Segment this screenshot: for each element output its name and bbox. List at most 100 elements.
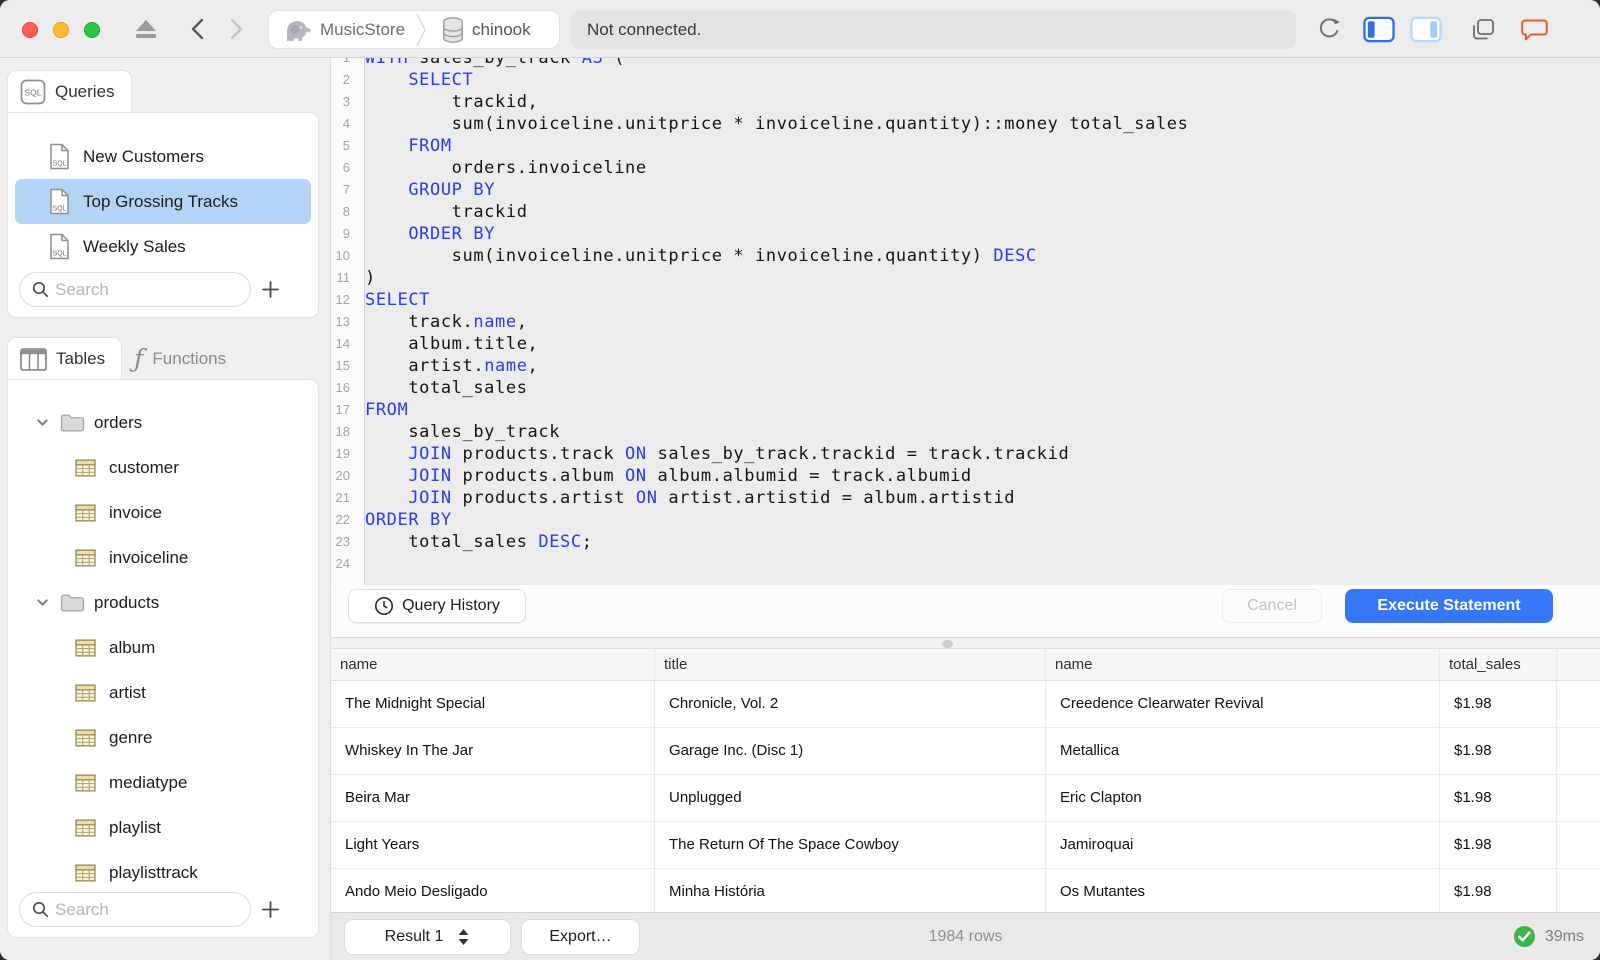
tab-queries[interactable]: SQL Queries bbox=[7, 70, 132, 113]
minimize-button[interactable] bbox=[53, 22, 69, 38]
eject-button[interactable] bbox=[130, 14, 162, 44]
chevron-down-icon[interactable] bbox=[35, 415, 51, 430]
tree-folder-orders[interactable]: orders bbox=[8, 400, 318, 445]
line-number: 16 bbox=[335, 380, 350, 395]
line-code: sum(invoiceline.unitprice * invoiceline.… bbox=[365, 246, 1037, 266]
close-button[interactable] bbox=[22, 22, 38, 38]
refresh-button[interactable] bbox=[1313, 14, 1345, 44]
tree-table-label: playlist bbox=[109, 817, 161, 837]
table-row[interactable]: Light Years The Return Of The Space Cowbo… bbox=[331, 822, 1600, 869]
line-code: trackid bbox=[365, 202, 528, 222]
result-selector-label: Result 1 bbox=[384, 928, 444, 945]
line-number: 23 bbox=[335, 534, 350, 549]
query-history-button[interactable]: Query History bbox=[348, 589, 526, 623]
table-icon bbox=[75, 773, 96, 792]
query-item-weekly-sales[interactable]: SQL Weekly Sales bbox=[15, 224, 311, 269]
query-item-top-grossing-tracks[interactable]: SQL Top Grossing Tracks bbox=[15, 179, 311, 224]
table-row[interactable]: Whiskey In The Jar Garage Inc. (Disc 1) Me… bbox=[331, 728, 1600, 775]
tree-table-label: mediatype bbox=[109, 772, 188, 792]
folder-icon bbox=[60, 413, 85, 433]
tree-table-album[interactable]: album bbox=[8, 625, 318, 670]
editor-line-11: 11) bbox=[331, 267, 1600, 289]
breadcrumb-server[interactable]: MusicStore bbox=[269, 11, 415, 48]
line-code: SELECT bbox=[408, 70, 474, 90]
export-button[interactable]: Export… bbox=[521, 919, 640, 955]
query-item-new-customers[interactable]: SQL New Customers bbox=[15, 134, 311, 179]
tree-table-playlisttrack[interactable]: playlisttrack bbox=[8, 850, 318, 895]
tree-table-label: artist bbox=[109, 682, 146, 702]
line-number: 5 bbox=[342, 138, 350, 153]
table-cell-empty bbox=[1557, 728, 1600, 774]
connection-status-text: Not connected. bbox=[587, 19, 702, 39]
pane-divider[interactable] bbox=[331, 637, 1600, 648]
tree-table-artist[interactable]: artist bbox=[8, 670, 318, 715]
zoom-button[interactable] bbox=[84, 22, 100, 38]
table-cell: Os Mutantes bbox=[1046, 869, 1440, 912]
editor-line-1: 1 WITH sales_by_track AS ( bbox=[331, 58, 1600, 69]
table-columns-icon bbox=[20, 347, 47, 371]
editor-line-10: 10 sum(invoiceline.unitprice * invoiceli… bbox=[331, 245, 1600, 267]
connection-status: Not connected. bbox=[570, 10, 1296, 49]
line-number: 20 bbox=[335, 468, 350, 483]
windows-button[interactable] bbox=[1466, 14, 1498, 44]
feedback-button[interactable] bbox=[1518, 14, 1550, 44]
queries-search[interactable] bbox=[19, 272, 276, 307]
app-window: MusicStore chinook Not connected. SQL Qu… bbox=[0, 0, 1600, 960]
tree-table-invoice[interactable]: invoice bbox=[8, 490, 318, 535]
line-code: sales_by_track bbox=[365, 422, 561, 442]
postgres-elephant-icon bbox=[287, 20, 311, 41]
tab-functions[interactable]: ƒ Functions bbox=[122, 337, 242, 380]
toggle-left-sidebar-button[interactable] bbox=[1363, 14, 1395, 44]
tree-table-playlist[interactable]: playlist bbox=[8, 805, 318, 850]
editor-line-21: 21 JOIN products.artist ON artist.artist… bbox=[331, 487, 1600, 509]
tables-search[interactable] bbox=[19, 892, 276, 927]
breadcrumb-database[interactable]: chinook bbox=[427, 11, 541, 48]
tab-tables[interactable]: Tables bbox=[7, 337, 123, 380]
line-code: FROM bbox=[365, 400, 409, 420]
queries-search-input[interactable] bbox=[55, 279, 276, 300]
line-number: 11 bbox=[336, 270, 351, 285]
line-number: 21 bbox=[335, 490, 350, 505]
line-code: GROUP BY bbox=[408, 180, 496, 200]
line-number: 12 bbox=[335, 292, 350, 307]
table-row[interactable]: Beira Mar Unplugged Eric Clapton $1.98 bbox=[331, 775, 1600, 822]
chevron-down-icon[interactable] bbox=[35, 595, 51, 610]
tree-folder-products[interactable]: products bbox=[8, 580, 318, 625]
line-code: total_sales DESC; bbox=[365, 532, 593, 552]
column-header-name-2[interactable]: name bbox=[1046, 649, 1440, 680]
tree-table-mediatype[interactable]: mediatype bbox=[8, 760, 318, 805]
column-header-title-1[interactable]: title bbox=[655, 649, 1046, 680]
execute-label: Execute Statement bbox=[1377, 597, 1521, 614]
table-row[interactable]: The Midnight Special Chronicle, Vol. 2 Cre… bbox=[331, 681, 1600, 728]
table-cell: $1.98 bbox=[1440, 869, 1557, 912]
line-number: 4 bbox=[342, 116, 350, 131]
line-code: ORDER BY bbox=[365, 510, 452, 530]
line-number: 6 bbox=[342, 160, 350, 175]
breadcrumb-separator bbox=[416, 13, 426, 46]
toggle-right-sidebar-button[interactable] bbox=[1410, 14, 1442, 44]
column-header-total-sales-3[interactable]: total_sales bbox=[1440, 649, 1557, 680]
forward-button[interactable] bbox=[221, 14, 253, 44]
editor-line-4: 4 sum(invoiceline.unitprice * invoicelin… bbox=[331, 113, 1600, 135]
back-button[interactable] bbox=[181, 14, 213, 44]
table-icon bbox=[75, 458, 96, 477]
line-code: JOIN products.track ON sales_by_track.tr… bbox=[408, 444, 1070, 464]
execute-statement-button[interactable]: Execute Statement bbox=[1345, 589, 1553, 623]
toggle-left-sidebar-icon bbox=[1363, 16, 1395, 42]
tree-table-label: invoice bbox=[109, 502, 162, 522]
table-row[interactable]: Ando Meio Desligado Minha História Os Muta… bbox=[331, 869, 1600, 912]
tab-queries-label: Queries bbox=[55, 82, 115, 101]
line-number: 19 bbox=[335, 446, 350, 461]
divider-drag-handle[interactable] bbox=[942, 640, 953, 648]
tables-search-input[interactable] bbox=[55, 899, 276, 920]
editor-line-24: 24 bbox=[331, 553, 1600, 575]
tree-table-invoiceline[interactable]: invoiceline bbox=[8, 535, 318, 580]
tree-table-genre[interactable]: genre bbox=[8, 715, 318, 760]
editor-actions-row: Query History Cancel Execute Statement bbox=[331, 585, 1600, 637]
column-header-name-0[interactable]: name bbox=[331, 649, 655, 680]
table-cell: $1.98 bbox=[1440, 728, 1557, 774]
tree-table-customer[interactable]: customer bbox=[8, 445, 318, 490]
result-selector[interactable]: Result 1 bbox=[344, 919, 511, 955]
line-code: JOIN products.artist ON artist.artistid … bbox=[408, 488, 1016, 508]
sql-editor[interactable]: 1WITH sales_by_track AS (2 SELECT3 track… bbox=[331, 58, 1600, 637]
